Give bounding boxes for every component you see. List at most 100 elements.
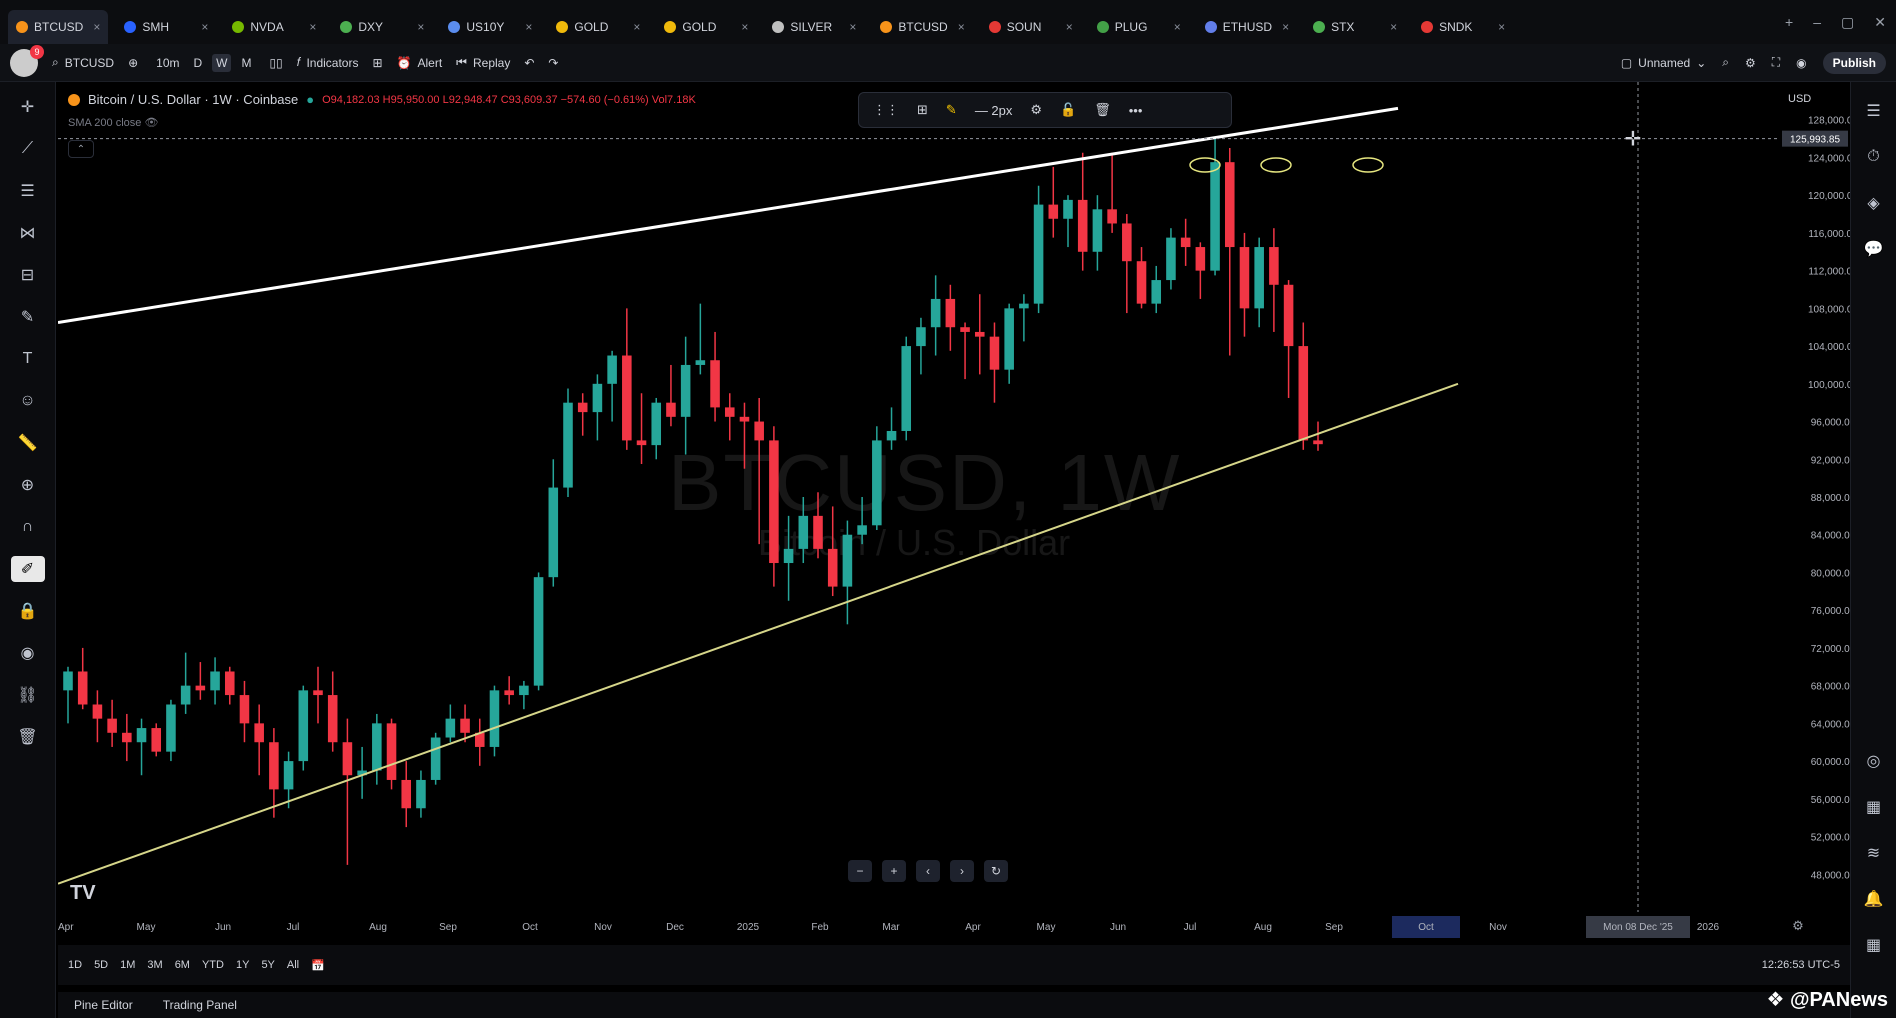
tab-btcusd[interactable]: BTCUSD × <box>8 10 109 44</box>
forecast-icon[interactable]: ⊟ <box>11 262 45 288</box>
interval-10m[interactable]: 10m <box>152 54 183 72</box>
quick-search-icon[interactable]: ⌕ <box>1722 55 1729 70</box>
stay-in-drawing-icon[interactable]: ✐ <box>10 556 45 582</box>
close-icon[interactable]: × <box>83 20 100 34</box>
tab-stx[interactable]: STX × <box>1305 10 1405 44</box>
tab-soun[interactable]: SOUN × <box>981 10 1081 44</box>
grid-menu-icon[interactable]: ▦ <box>1860 932 1888 958</box>
annotation-circle[interactable] <box>1260 157 1292 173</box>
zoom-out-button[interactable]: − <box>848 860 872 882</box>
tab-silver[interactable]: SILVER × <box>764 10 864 44</box>
panel-tab-pine-editor[interactable]: Pine Editor <box>74 998 133 1012</box>
brush-icon[interactable]: ✎ <box>11 304 45 330</box>
replay-button[interactable]: ⏮ Replay <box>456 55 510 70</box>
price-axis[interactable] <box>1778 82 1850 942</box>
close-icon[interactable]: × <box>839 20 856 34</box>
feed-icon[interactable]: ≋ <box>1860 840 1888 866</box>
link-icon[interactable]: ⛓ <box>11 682 45 708</box>
tab-ethusd[interactable]: ETHUSD × <box>1197 10 1297 44</box>
line-color-icon[interactable]: ✎ <box>946 102 957 118</box>
legend-title[interactable]: Bitcoin / U.S. Dollar · 1W · Coinbase <box>88 92 298 107</box>
pattern-icon[interactable]: ⋈ <box>11 220 45 246</box>
trendline-icon[interactable]: ⟋ <box>11 136 45 162</box>
chart-pane[interactable]: BTCUSD, 1W Bitcoin / U.S. Dollar 48,000.… <box>58 82 1850 942</box>
redo-button[interactable]: ↷ <box>548 56 558 70</box>
tab-smh[interactable]: SMH × <box>116 10 216 44</box>
close-icon[interactable]: × <box>515 20 532 34</box>
range-ytd[interactable]: YTD <box>202 959 224 971</box>
reset-chart-button[interactable]: ↻ <box>984 860 1008 882</box>
alert-button[interactable]: ⏰ Alert <box>397 56 443 70</box>
maximize-icon[interactable]: ▢ <box>1841 14 1854 31</box>
add-symbol-button[interactable]: ⊕ <box>128 56 138 70</box>
indicator-legend[interactable]: SMA 200 close 👁 <box>68 116 158 129</box>
undo-button[interactable]: ↶ <box>524 56 534 70</box>
close-icon[interactable]: × <box>407 20 424 34</box>
price-chart[interactable]: 48,000.00 52,000.00 56,000.00 60,000.00 64,0… <box>58 82 1850 942</box>
tab-plug[interactable]: PLUG × <box>1089 10 1189 44</box>
symbol-search[interactable]: ⌕ BTCUSD <box>52 55 114 70</box>
range-all[interactable]: All <box>287 959 299 971</box>
settings-gear-icon[interactable]: ⚙ <box>1745 56 1756 70</box>
calendar-icon[interactable]: ▦ <box>1860 794 1888 820</box>
tab-nvda[interactable]: NVDA × <box>224 10 324 44</box>
drag-handle-icon[interactable]: ⋮⋮ <box>873 102 899 118</box>
add-tab-icon[interactable]: + <box>1785 14 1793 30</box>
zoom-icon[interactable]: ⊕ <box>11 472 45 498</box>
lock-icon[interactable]: 🔒 <box>11 598 45 624</box>
close-window-icon[interactable]: ✕ <box>1874 14 1886 31</box>
settings-icon[interactable]: ⚙ <box>1792 918 1804 933</box>
magnet-icon[interactable]: ∩ <box>11 514 45 540</box>
close-icon[interactable]: × <box>948 20 965 34</box>
chat-icon[interactable]: 💬 <box>1860 236 1888 262</box>
layers-icon[interactable]: ◈ <box>1860 190 1888 216</box>
close-icon[interactable]: × <box>1056 20 1073 34</box>
trendline-lower-support[interactable] <box>58 382 1459 885</box>
snapshot-camera-icon[interactable]: ◉ <box>1796 56 1806 70</box>
panel-tab-trading-panel[interactable]: Trading Panel <box>163 998 237 1012</box>
close-icon[interactable]: × <box>623 20 640 34</box>
tab-dxy[interactable]: DXY × <box>332 10 432 44</box>
eye-icon[interactable]: ◉ <box>11 640 45 666</box>
target-icon[interactable]: ◎ <box>1860 748 1888 774</box>
avatar[interactable]: 9 <box>10 44 44 77</box>
publish-button[interactable]: Publish <box>1822 51 1886 74</box>
close-icon[interactable]: × <box>1380 20 1397 34</box>
annotation-circle[interactable] <box>1352 157 1384 173</box>
clock-time[interactable]: 12:26:53 UTC-5 <box>1762 959 1840 971</box>
close-icon[interactable]: × <box>299 20 316 34</box>
settings-icon[interactable]: ⚙ <box>1030 102 1042 118</box>
more-icon[interactable]: ••• <box>1129 103 1143 118</box>
tab-btcusd[interactable]: BTCUSD × <box>872 10 972 44</box>
templates-button[interactable]: ⊞ <box>372 56 382 70</box>
close-icon[interactable]: × <box>731 20 748 34</box>
range-5d[interactable]: 5D <box>94 959 108 971</box>
tab-gold[interactable]: GOLD × <box>656 10 756 44</box>
minimize-icon[interactable]: – <box>1813 14 1821 30</box>
tab-gold[interactable]: GOLD × <box>548 10 648 44</box>
ruler-icon[interactable]: 📏 <box>11 430 45 456</box>
trendline-upper-resistance[interactable] <box>58 106 1399 324</box>
emoji-icon[interactable]: ☺ <box>11 388 45 414</box>
line-width-button[interactable]: — 2px <box>975 103 1013 118</box>
crosshair-icon[interactable]: ✛ <box>11 94 45 120</box>
close-icon[interactable]: × <box>191 20 208 34</box>
goto-date-icon[interactable]: 📅 <box>311 959 325 972</box>
range-1m[interactable]: 1M <box>120 959 135 971</box>
scroll-right-button[interactable]: › <box>950 860 974 882</box>
bell-icon[interactable]: 🔔 <box>1860 886 1888 912</box>
tab-sndk[interactable]: SNDK × <box>1413 10 1513 44</box>
trash-icon[interactable]: 🗑 <box>1094 102 1111 118</box>
indicators-button[interactable]: 𝑓 Indicators <box>297 55 359 70</box>
interval-w[interactable]: W <box>212 53 232 72</box>
range-3m[interactable]: 3M <box>147 959 162 971</box>
zoom-in-button[interactable]: + <box>882 860 906 882</box>
watchlist-icon[interactable]: ☰ <box>1860 98 1888 124</box>
range-6m[interactable]: 6M <box>175 959 190 971</box>
template-icon[interactable]: ⊞ <box>917 102 928 118</box>
text-tool-icon[interactable]: T <box>11 346 45 372</box>
chart-type-button[interactable]: ▯▯ <box>269 56 282 70</box>
fullscreen-icon[interactable]: ⛶ <box>1772 55 1780 70</box>
range-5y[interactable]: 5Y <box>261 959 274 971</box>
fib-lines-icon[interactable]: ☰ <box>11 178 45 204</box>
